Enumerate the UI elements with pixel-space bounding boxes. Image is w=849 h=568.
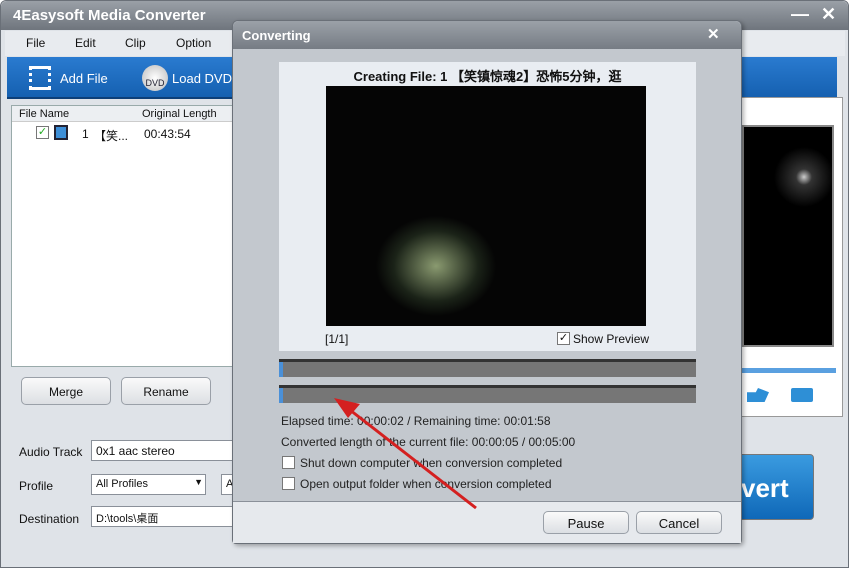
arrow-line bbox=[349, 408, 477, 510]
annotation-arrow bbox=[334, 398, 477, 510]
